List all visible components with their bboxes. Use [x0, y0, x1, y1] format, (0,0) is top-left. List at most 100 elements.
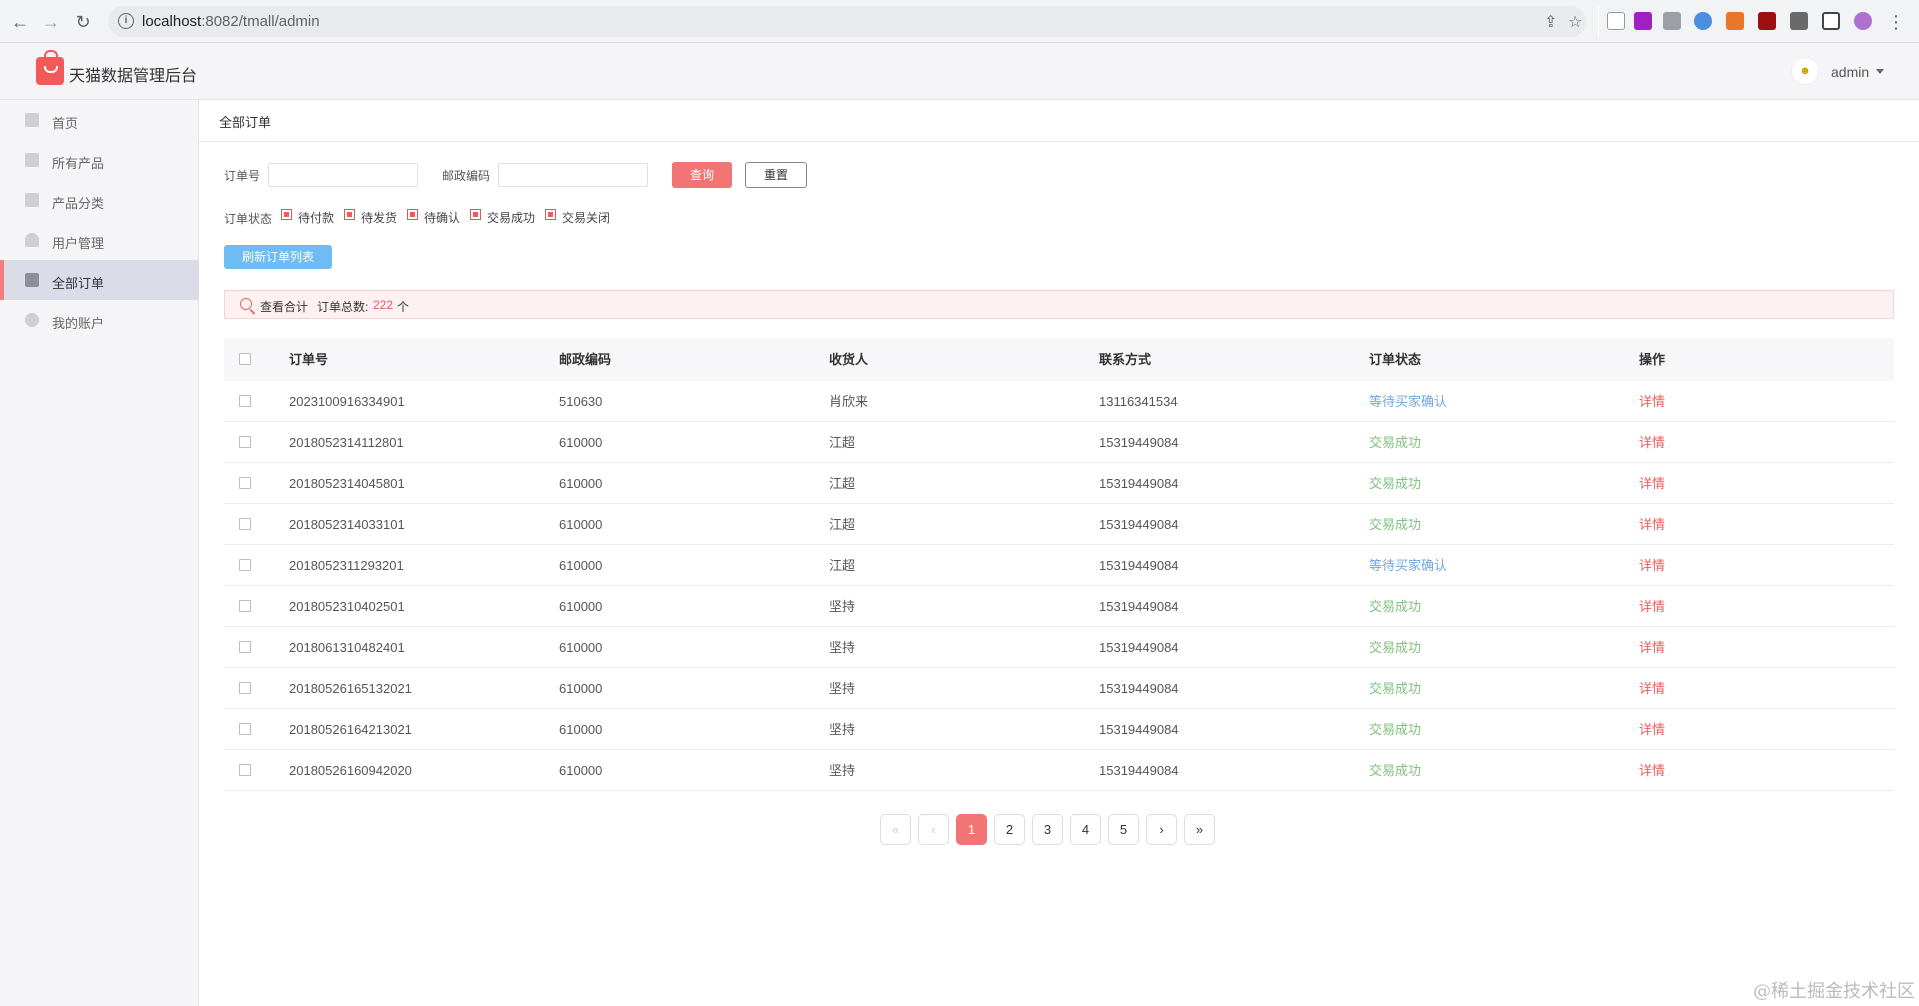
row-checkbox[interactable] [239, 641, 251, 653]
order-no-cell: 2023100916334901 [289, 394, 405, 409]
sidebar-item-label: 首页 [52, 116, 79, 131]
receiver-cell: 坚持 [829, 640, 856, 655]
admin-avatar[interactable]: ☻ [1791, 57, 1819, 85]
row-checkbox[interactable] [239, 559, 251, 571]
table-row: 2018052311293201 610000 江超 15319449084 等待买家确… [224, 545, 1894, 586]
row-checkbox[interactable] [239, 723, 251, 735]
checkbox[interactable] [344, 209, 355, 220]
table-row: 2018061310482401 610000 坚持 15319449084 交易成功 详… [224, 627, 1894, 668]
row-checkbox[interactable] [239, 764, 251, 776]
reload-icon[interactable]: ↻ [72, 11, 94, 33]
detail-link[interactable]: 详情 [1639, 750, 1665, 790]
detail-link[interactable]: 详情 [1639, 668, 1665, 708]
detail-link[interactable]: 详情 [1639, 586, 1665, 626]
table-row: 2023100916334901 510630 肖欣来 13116341534 等待买家… [224, 381, 1894, 422]
ublock-extension-icon[interactable] [1758, 12, 1776, 30]
download-extension-icon[interactable] [1694, 12, 1712, 30]
page-button-2[interactable]: 2 [994, 814, 1025, 845]
detail-link[interactable]: 详情 [1639, 463, 1665, 503]
address-bar[interactable]: i localhost:8082/tmall/admin ⇪ ☆ [108, 6, 1586, 37]
back-arrow-icon[interactable]: ← [9, 11, 31, 33]
admin-menu[interactable]: admin [1831, 64, 1869, 80]
phone-cell: 15319449084 [1099, 558, 1179, 573]
profile-avatar-icon[interactable] [1854, 12, 1872, 30]
url-text[interactable]: localhost:8082/tmall/admin [142, 13, 320, 30]
row-checkbox[interactable] [239, 682, 251, 694]
order-no-input[interactable] [268, 163, 418, 187]
forward-arrow-icon[interactable]: → [40, 11, 62, 33]
phone-cell: 15319449084 [1099, 763, 1179, 778]
order-status-cell: 交易成功 [1369, 599, 1422, 614]
caret-down-icon[interactable] [1876, 69, 1884, 74]
prev-page-button[interactable]: ‹ [918, 814, 949, 845]
refresh-order-list-button[interactable]: 刷新订单列表 [224, 245, 332, 269]
phone-cell: 15319449084 [1099, 599, 1179, 614]
detail-link[interactable]: 详情 [1639, 545, 1665, 585]
view-total-label[interactable]: 查看合计 [260, 298, 308, 315]
row-checkbox[interactable] [239, 518, 251, 530]
translate-extension-icon[interactable] [1726, 12, 1744, 30]
checkbox[interactable] [407, 209, 418, 220]
page-button-1[interactable]: 1 [956, 814, 987, 845]
receiver-cell: 江超 [829, 476, 856, 491]
toolbar-divider [1598, 6, 1599, 37]
share-icon[interactable]: ⇪ [1544, 12, 1557, 32]
row-checkbox[interactable] [239, 477, 251, 489]
reset-button[interactable]: 重置 [745, 162, 807, 188]
row-checkbox[interactable] [239, 395, 251, 407]
column-header: 收货人 [829, 352, 869, 367]
bookmark-star-icon[interactable]: ☆ [1568, 12, 1582, 32]
receiver-cell: 坚持 [829, 763, 856, 778]
detail-link[interactable]: 详情 [1639, 422, 1665, 462]
phone-cell: 15319449084 [1099, 476, 1179, 491]
table-row: 2018052314033101 610000 江超 15319449084 交易成功 详… [224, 504, 1894, 545]
order-icon [25, 273, 39, 287]
postcode-cell: 610000 [559, 558, 603, 573]
puzzle-extensions-icon[interactable] [1790, 12, 1808, 30]
checkbox[interactable] [545, 209, 556, 220]
checkbox[interactable] [281, 209, 292, 220]
window-extension-icon[interactable] [1663, 12, 1681, 30]
checkbox[interactable] [470, 209, 481, 220]
status-checkbox-label: 交易成功 [487, 211, 536, 225]
sidebar-item-categories[interactable]: 产品分类 [0, 180, 199, 220]
column-header: 订单状态 [1369, 352, 1422, 367]
sidebar-item-users[interactable]: 用户管理 [0, 220, 199, 260]
page-button-5[interactable]: 5 [1108, 814, 1139, 845]
order-no-cell: 20180526165132021 [289, 681, 412, 696]
jetbrains-extension-icon[interactable] [1634, 12, 1652, 30]
row-checkbox[interactable] [239, 436, 251, 448]
receiver-cell: 江超 [829, 558, 856, 573]
cursor-extension-icon[interactable] [1607, 12, 1625, 30]
postcode-input[interactable] [498, 163, 648, 187]
site-info-icon[interactable]: i [118, 13, 134, 29]
detail-link[interactable]: 详情 [1639, 381, 1665, 421]
home-icon [25, 113, 39, 127]
sidebar-item-account[interactable]: 我的账户 [0, 300, 199, 340]
order-no-cell: 2018052314112801 [289, 435, 404, 450]
sidebar-item-home[interactable]: 首页 [0, 100, 199, 140]
sidebar-item-orders[interactable]: 全部订单 [0, 260, 199, 300]
next-page-button[interactable]: › [1146, 814, 1177, 845]
sidebar-item-products[interactable]: 所有产品 [0, 140, 199, 180]
postcode-cell: 510630 [559, 394, 603, 409]
order-no-cell: 2018052314033101 [289, 517, 405, 532]
status-checkbox-label: 交易关闭 [562, 211, 611, 225]
select-all-checkbox[interactable] [239, 353, 251, 365]
query-button[interactable]: 查询 [672, 162, 732, 188]
browser-menu-icon[interactable]: ⋮ [1885, 11, 1907, 33]
row-checkbox[interactable] [239, 600, 251, 612]
page-button-3[interactable]: 3 [1032, 814, 1063, 845]
postcode-label: 邮政编码 [442, 169, 491, 183]
first-page-button[interactable]: « [880, 814, 911, 845]
detail-link[interactable]: 详情 [1639, 504, 1665, 544]
page-button-4[interactable]: 4 [1070, 814, 1101, 845]
gear-icon [25, 313, 39, 327]
order-no-label: 订单号 [224, 169, 261, 183]
side-panel-icon[interactable] [1822, 12, 1840, 30]
order-status-cell: 等待买家确认 [1369, 558, 1448, 573]
detail-link[interactable]: 详情 [1639, 709, 1665, 749]
main-content: 全部订单 订单号 邮政编码 查询 重置 订单状态 待付款 待发货 待确认 交易成… [199, 100, 1919, 1006]
detail-link[interactable]: 详情 [1639, 627, 1665, 667]
last-page-button[interactable]: » [1184, 814, 1215, 845]
